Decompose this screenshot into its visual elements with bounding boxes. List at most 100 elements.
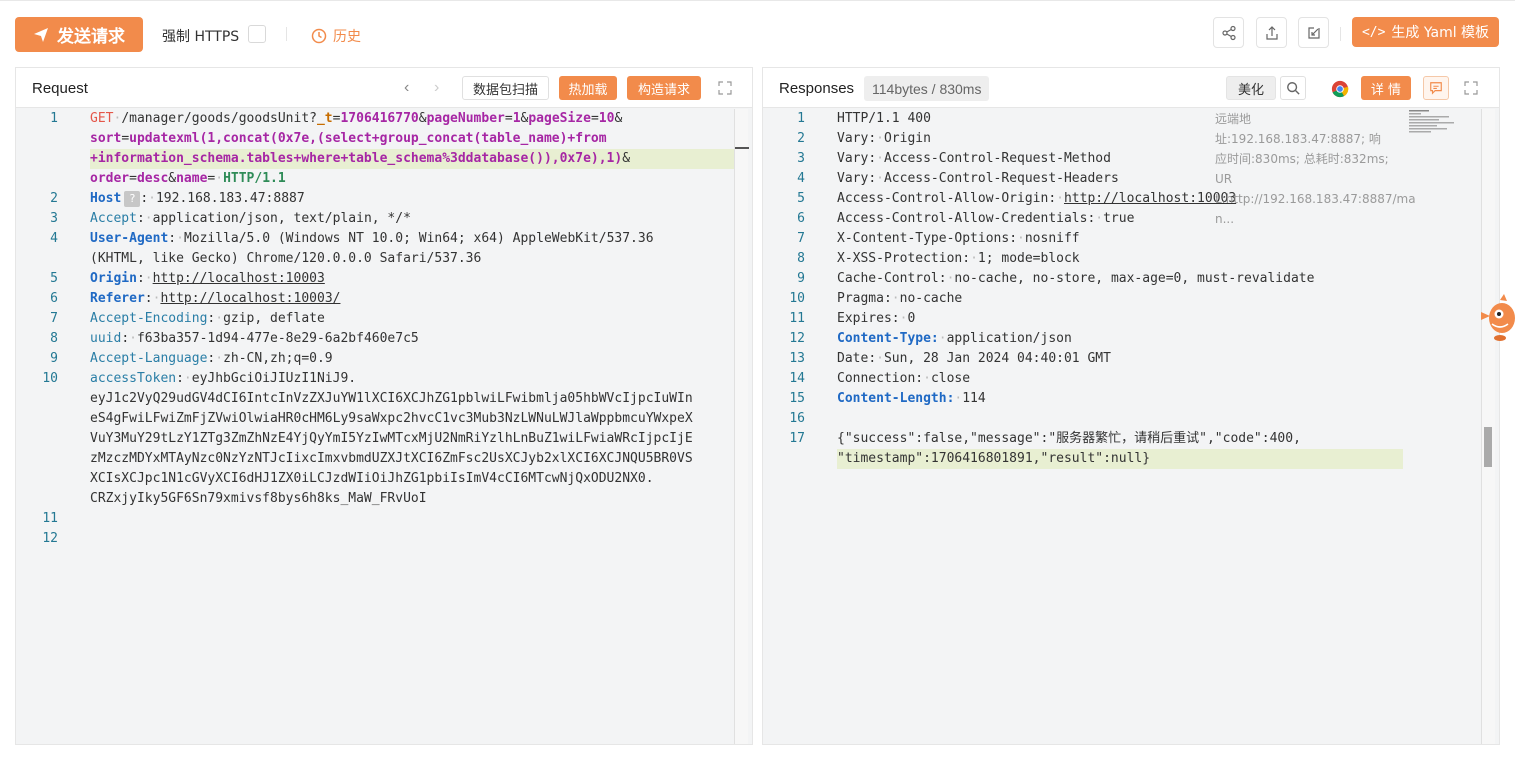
line-number: 12: [789, 331, 805, 346]
hot-load-button[interactable]: 热加载: [559, 76, 617, 100]
header-key: X-XSS-Protection: [837, 251, 963, 266]
expand-icon[interactable]: [1463, 80, 1479, 96]
param-value: desc: [136, 171, 169, 186]
send-request-button[interactable]: 发送请求: [15, 17, 143, 52]
request-line-wrap: +information_schema.tables+where+table_s…: [90, 151, 631, 166]
header-value: application/json, text/plain, */*: [152, 211, 411, 226]
line-number: 9: [50, 351, 58, 366]
line-number: 10: [789, 291, 805, 306]
response-header: Responses 114bytes / 830ms 美化 详 情: [763, 68, 1499, 108]
search-button[interactable]: [1280, 76, 1306, 100]
send-request-label: 发送请求: [57, 27, 125, 47]
response-body-line: {"success":false,"message":"服务器繁忙，请稍后重试"…: [837, 431, 1301, 446]
header-value: 114: [962, 391, 986, 406]
generate-yaml-label: 生成 Yaml 模板: [1391, 25, 1490, 41]
line-number: 1: [797, 111, 805, 126]
header-value: no-cache, no-store, max-age=0, must-reva…: [954, 271, 1315, 286]
header-value: (KHTML, like Gecko) Chrome/120.0.0.0 Saf…: [90, 251, 482, 266]
header-value: nosniff: [1024, 231, 1080, 246]
remote-info-line: L:http://192.168.183.47:8887/ma: [1215, 192, 1416, 206]
header-value: 0: [907, 311, 916, 326]
response-scrollbar[interactable]: [1481, 109, 1495, 744]
share-button[interactable]: [1213, 17, 1244, 48]
header-value: zh-CN,zh;q=0.9: [223, 351, 333, 366]
remote-info-line: 应时间:830ms; 总耗时:832ms; UR: [1215, 152, 1389, 186]
beautify-button[interactable]: 美化: [1226, 76, 1276, 100]
history-button[interactable]: 历史: [311, 26, 361, 46]
header-key: Date: [837, 351, 869, 366]
chevron-right-icon[interactable]: ›: [434, 80, 448, 96]
help-icon[interactable]: ?: [124, 190, 141, 207]
generate-yaml-button[interactable]: </> 生成 Yaml 模板: [1352, 17, 1499, 47]
line-number: 10: [42, 371, 58, 386]
force-https-label: 强制 HTTPS: [162, 29, 240, 45]
comment-button[interactable]: [1423, 76, 1449, 100]
line-number: 6: [50, 291, 58, 306]
response-header-line: Vary:·Origin: [837, 131, 931, 146]
request-editor[interactable]: 1 2 3 4 5 6 7 8 9 10 11 12 GET·/manager/…: [16, 109, 752, 744]
request-scrollbar[interactable]: [734, 109, 749, 744]
send-icon: [34, 27, 48, 42]
response-editor[interactable]: 1 2 3 4 5 6 7 8 9 10 11 12 13 14 15 16 1…: [763, 109, 1499, 744]
line-number: 3: [50, 211, 58, 226]
upload-icon: [1265, 25, 1278, 40]
response-header-line: X-XSS-Protection:·1; mode=block: [837, 251, 1080, 266]
header-key: Expires: [837, 311, 892, 326]
header-access-token: accessToken:·eyJhbGciOiJIUzI1NiJ9.: [90, 371, 357, 386]
edit-button[interactable]: [1298, 17, 1329, 48]
request-panel: Request ‹ › 数据包扫描 热加载 构造请求 1 2 3 4 5 6 7…: [15, 67, 753, 745]
response-meta: 114bytes / 830ms: [864, 76, 990, 101]
header-key: Vary: [837, 171, 869, 186]
header-key: accessToken: [90, 371, 177, 386]
chrome-icon[interactable]: [1331, 80, 1349, 98]
line-number: 11: [789, 311, 805, 326]
response-header-line: Content-Length:·114: [837, 391, 986, 406]
line-number: 15: [789, 391, 805, 406]
response-header-line: Expires:·0: [837, 311, 916, 326]
token-line: XCIsXCJpc1N1cGVyXCI6dHJ1ZX0iLCJzdWIiOiJh…: [90, 471, 654, 486]
header-value: application/json: [946, 331, 1072, 346]
header-key: Vary: [837, 151, 869, 166]
header-key: Accept-Language: [90, 351, 208, 366]
force-https-checkbox[interactable]: [248, 25, 266, 43]
header-key: Connection: [837, 371, 916, 386]
build-request-button[interactable]: 构造请求: [627, 76, 701, 100]
details-button[interactable]: 详 情: [1361, 76, 1411, 100]
export-button[interactable]: [1256, 17, 1287, 48]
line-number: 7: [797, 231, 805, 246]
clock-icon: [311, 28, 327, 44]
expand-icon[interactable]: [717, 80, 733, 96]
header-key: Cache-Control: [837, 271, 939, 286]
header-accept-language: Accept-Language:·zh-CN,zh;q=0.9: [90, 351, 333, 366]
param-key: order: [90, 171, 130, 186]
header-key: Access-Control-Allow-Credentials: [837, 211, 1088, 226]
header-host: Host?:·192.168.183.47:8887: [90, 190, 305, 207]
request-path: /manager/goods/goodsUnit?: [121, 111, 317, 126]
scroll-thumb[interactable]: [1484, 427, 1492, 467]
header-link[interactable]: http://localhost:10003: [153, 271, 325, 286]
chevron-left-icon[interactable]: ‹: [404, 80, 418, 96]
token-line: zMzczMDYxMTAyNzc0NzYzNTJcIixcImxvbmdUZXJ…: [90, 451, 693, 466]
header-uuid: uuid:·f63ba357-1d94-477e-8e29-6a2bf460e7…: [90, 331, 419, 346]
header-key: Pragma: [837, 291, 884, 306]
response-header-line: Vary:·Access-Control-Request-Headers: [837, 171, 1119, 186]
packet-scan-button[interactable]: 数据包扫描: [462, 76, 549, 100]
mascot-icon[interactable]: [1478, 292, 1515, 344]
header-key: uuid: [90, 331, 122, 346]
header-value: eyJhbGciOiJIUzI1NiJ9.: [191, 371, 357, 386]
param-key: _t: [316, 111, 333, 126]
response-header-line: Date:·Sun, 28 Jan 2024 04:40:01 GMT: [837, 351, 1111, 366]
header-value: f63ba357-1d94-477e-8e29-6a2bf460e7c5: [136, 331, 419, 346]
response-panel: Responses 114bytes / 830ms 美化 详 情 1 2 3 …: [762, 67, 1500, 745]
response-header-line: Access-Control-Allow-Origin:·http://loca…: [837, 191, 1237, 206]
header-key: Access-Control-Allow-Origin: [837, 191, 1049, 206]
header-link[interactable]: http://localhost:10003: [1064, 191, 1236, 206]
search-icon: [1287, 82, 1300, 95]
minimap[interactable]: [1409, 109, 1461, 135]
header-user-agent: User-Agent:·Mozilla/5.0 (Windows NT 10.0…: [90, 231, 654, 246]
header-link[interactable]: http://localhost:10003/: [160, 291, 340, 306]
header-user-agent-wrap: (KHTML, like Gecko) Chrome/120.0.0.0 Saf…: [90, 249, 481, 269]
header-accept: Accept:·application/json, text/plain, */…: [90, 211, 411, 226]
header-origin: Origin:·http://localhost:10003: [90, 271, 325, 286]
line-number: 5: [50, 271, 58, 286]
